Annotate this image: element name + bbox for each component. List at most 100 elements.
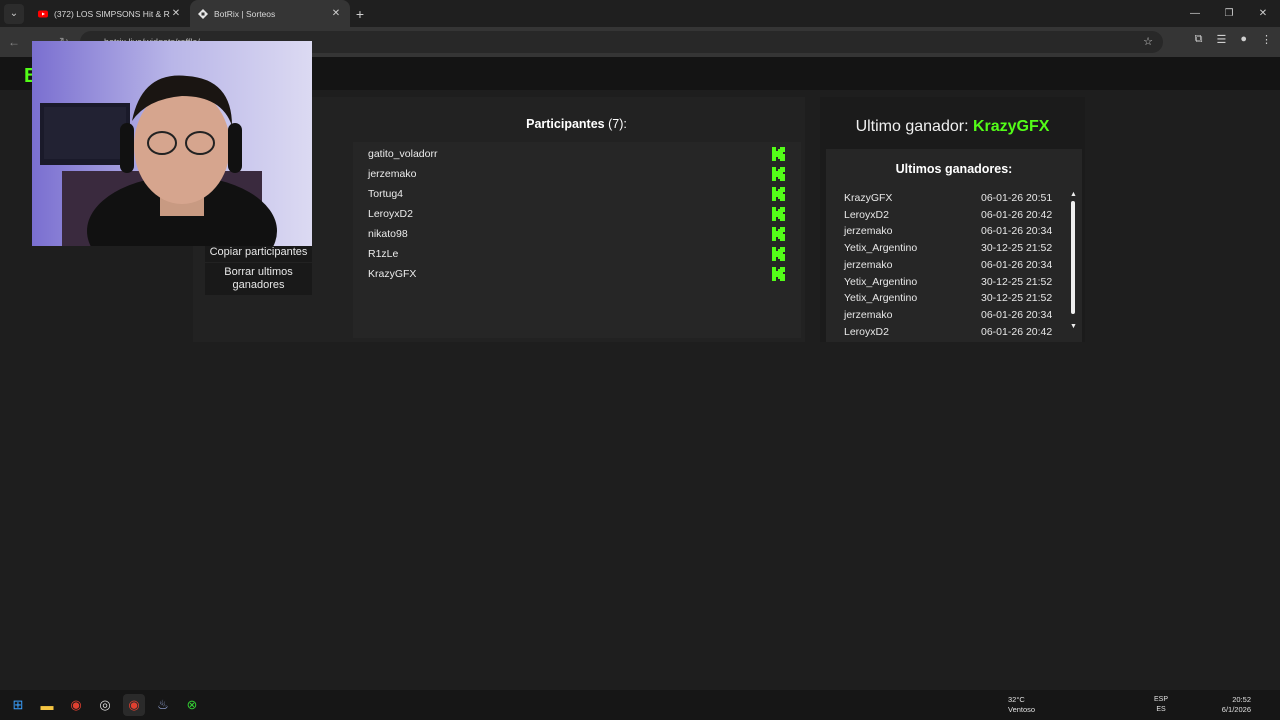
- winner-row: Yetix_Argentino 30-12-25 21:52: [844, 276, 1054, 292]
- winner-name: Yetix_Argentino: [844, 275, 918, 288]
- winner-name: LeroyxD2: [844, 208, 889, 221]
- back-icon[interactable]: ←: [3, 35, 25, 49]
- keyboard-code: ES: [1156, 706, 1166, 713]
- xbox-icon[interactable]: ⊗: [181, 694, 203, 716]
- toolbar-icons: ⧉ ☰ ● ⋮: [1195, 33, 1272, 46]
- tab-title: BotRix | Sorteos: [214, 8, 276, 19]
- clear-winners-button[interactable]: Borrar ultimos ganadores: [205, 263, 312, 295]
- steam-icon[interactable]: ♨: [152, 694, 174, 716]
- webcam-overlay: [32, 41, 312, 246]
- tab-search-button[interactable]: ⌄: [4, 3, 24, 24]
- tab-botrix[interactable]: BotRix | Sorteos ✕: [190, 0, 350, 27]
- close-tab-icon[interactable]: ✕: [170, 8, 182, 19]
- botrix-icon: [198, 8, 208, 19]
- participant-row: Tortug4: [353, 184, 801, 204]
- winner-date: 06-01-26 20:34: [981, 308, 1053, 321]
- profile-avatar-icon[interactable]: ●: [1240, 33, 1247, 46]
- winner-row: jerzemako 06-01-26 20:34: [844, 259, 1054, 275]
- kick-icon: [772, 147, 785, 161]
- participant-name: R1zLe: [368, 248, 399, 260]
- clock-time: 20:52: [1232, 695, 1251, 704]
- participants-section: Participantes (7): gatito_voladorrjerzem…: [352, 103, 801, 338]
- window-controls: — ❐ ✕: [1178, 0, 1280, 27]
- winner-name: Yetix_Argentino: [844, 292, 918, 305]
- winner-row: LeroyxD2 06-01-26 20:42: [844, 209, 1054, 225]
- last-winner-label: Ultimo ganador:: [855, 118, 969, 135]
- winner-name: jerzemako: [844, 225, 893, 238]
- close-tab-icon[interactable]: ✕: [330, 8, 342, 19]
- last-winners-box: Ultimos ganadores: KrazyGFX 06-01-26 20:5…: [826, 149, 1082, 342]
- chrome-icon[interactable]: ◉: [65, 694, 87, 716]
- participant-row: gatito_voladorr: [353, 144, 801, 164]
- winner-name: Yetix_Argentino: [844, 242, 918, 255]
- close-window-icon[interactable]: ✕: [1246, 0, 1280, 27]
- last-winner-heading: Ultimo ganador: KrazyGFX: [820, 118, 1085, 136]
- winner-name: jerzemako: [844, 258, 893, 271]
- winner-date: 30-12-25 21:52: [981, 292, 1053, 305]
- minimize-icon[interactable]: —: [1178, 0, 1212, 27]
- new-tab-button[interactable]: +: [350, 6, 370, 22]
- winner-name: jerzemako: [844, 308, 893, 321]
- winner-date: 06-01-26 20:34: [981, 225, 1053, 238]
- participant-name: jerzemako: [368, 168, 417, 180]
- media-icon[interactable]: ☰: [1216, 33, 1226, 46]
- kick-icon: [772, 167, 785, 181]
- winner-row: jerzemako 06-01-26 20:34: [844, 309, 1054, 325]
- winner-row: jerzemako 06-01-26 20:34: [844, 225, 1054, 241]
- participant-name: KrazyGFX: [368, 268, 417, 280]
- last-winner-name: KrazyGFX: [972, 118, 1050, 135]
- participants-count: (7): [608, 117, 624, 131]
- participants-list: gatito_voladorr jerzemako Tortug4 LeroyxD2 n…: [353, 142, 801, 338]
- youtube-icon: [38, 10, 48, 17]
- winner-name: KrazyGFX: [844, 192, 893, 204]
- scrollbar-thumb[interactable]: [1071, 201, 1075, 314]
- participant-row: R1zLe: [353, 244, 801, 264]
- winner-date: 06-01-26 20:42: [981, 325, 1053, 338]
- scroll-up-icon[interactable]: ▲: [1070, 191, 1077, 198]
- kick-icon: [772, 187, 785, 201]
- extensions-icon[interactable]: ⧉: [1195, 33, 1203, 46]
- participants-title: Participantes (7):: [352, 117, 801, 131]
- scroll-down-icon[interactable]: ▼: [1070, 323, 1077, 330]
- taskbar-clock[interactable]: 20:52 6/1/2026: [1217, 695, 1251, 715]
- winner-row: Yetix_Argentino 30-12-25 21:52: [844, 242, 1054, 258]
- menu-icon[interactable]: ⋮: [1261, 33, 1272, 46]
- obs-icon[interactable]: ◎: [94, 694, 116, 716]
- clock-date: 6/1/2026: [1221, 705, 1251, 714]
- participant-name: nikato98: [368, 228, 408, 240]
- last-winners-title: Ultimos ganadores:: [895, 162, 1013, 176]
- participant-row: jerzemako: [353, 164, 801, 184]
- winner-name: LeroyxD2: [844, 325, 889, 338]
- windows-start-icon[interactable]: ⊞: [7, 694, 29, 716]
- scrollbar[interactable]: ▲ ▼: [1070, 191, 1077, 331]
- participant-row: KrazyGFX: [353, 264, 801, 284]
- participant-row: LeroyxD2: [353, 204, 801, 224]
- participant-name: LeroyxD2: [368, 208, 413, 220]
- file-explorer-icon[interactable]: ▬: [36, 694, 58, 716]
- language-indicator[interactable]: ESP ES: [1154, 695, 1168, 715]
- bookmark-star-icon[interactable]: ☆: [1143, 35, 1153, 48]
- weather-temp: 32°C: [1008, 695, 1025, 704]
- winners-panel: Ultimo ganador: KrazyGFX Ultimos ganador…: [820, 97, 1085, 342]
- winner-date: 06-01-26 20:51: [981, 192, 1053, 204]
- tab-youtube[interactable]: (372) LOS SIMPSONS Hit & Run ✕: [30, 0, 190, 27]
- participant-name: gatito_voladorr: [368, 148, 438, 160]
- weather-widget[interactable]: 32°C Ventoso: [1008, 695, 1035, 715]
- winner-date: 06-01-26 20:42: [981, 208, 1053, 221]
- participants-label: Participantes: [526, 117, 605, 131]
- weather-desc: Ventoso: [1008, 705, 1036, 714]
- participant-row: nikato98: [353, 224, 801, 244]
- winner-date: 30-12-25 21:52: [981, 242, 1053, 255]
- participant-name: Tortug4: [368, 188, 404, 200]
- kick-icon: [772, 207, 785, 221]
- participants-colon: :: [623, 117, 627, 131]
- winner-date: 06-01-26 20:34: [981, 258, 1053, 271]
- kick-icon: [772, 227, 785, 241]
- tab-title: (372) LOS SIMPSONS Hit & Run: [54, 8, 170, 19]
- kick-icon: [772, 267, 785, 281]
- chrome-active-icon[interactable]: ◉: [123, 694, 145, 716]
- os-taskbar: ⊞ ▬ ◉ ◎ ◉ ♨ ⊗ 32°C Ventoso ESP ES 20:52 …: [0, 690, 1280, 720]
- winner-row: KrazyGFX 06-01-26 20:51: [844, 192, 1054, 208]
- kick-icon: [772, 247, 785, 261]
- restore-icon[interactable]: ❐: [1212, 0, 1246, 27]
